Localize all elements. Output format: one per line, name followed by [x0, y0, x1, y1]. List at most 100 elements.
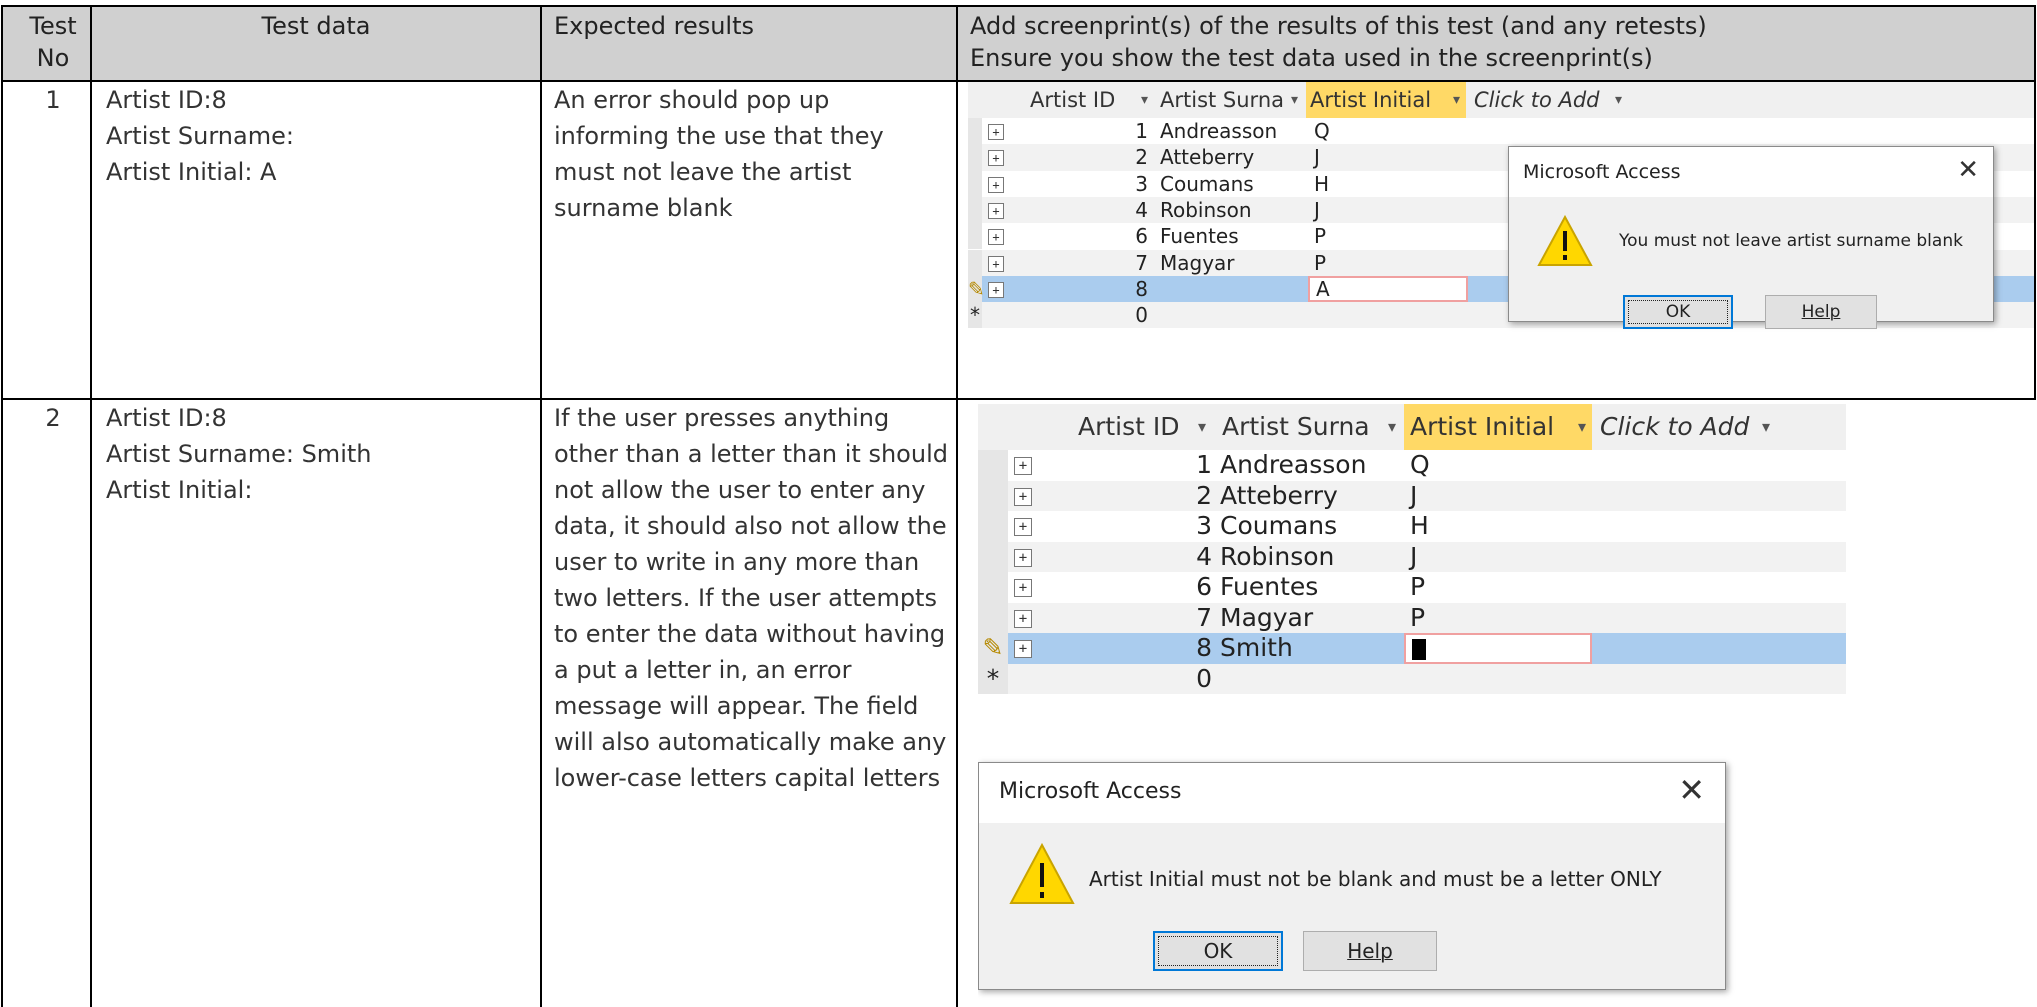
artist-id-cell[interactable]: 1: [1016, 118, 1148, 144]
new-record-icon[interactable]: *: [978, 663, 1008, 694]
expand-icon[interactable]: +: [1014, 487, 1032, 506]
help-button[interactable]: Help: [1303, 931, 1437, 971]
artist-id-cell[interactable]: 4: [1016, 197, 1148, 223]
artist-initial-cell[interactable]: P: [1410, 572, 1425, 603]
artist-id-cell[interactable]: 4: [1048, 542, 1212, 573]
table-row[interactable]: +1 Andreasson Q: [968, 118, 2036, 145]
edit-pencil-icon[interactable]: ✎: [968, 275, 985, 303]
artist-id-cell[interactable]: 3: [1016, 171, 1148, 197]
dropdown-arrow-icon[interactable]: ▾: [1578, 404, 1586, 450]
artist-surname-cell[interactable]: Coumans: [1160, 171, 1254, 197]
ok-button[interactable]: OK: [1153, 931, 1283, 971]
artist-initial-cell[interactable]: J: [1314, 197, 1320, 223]
artist-id-cell[interactable]: 3: [1048, 511, 1212, 542]
table-row[interactable]: +1 Andreasson Q: [978, 450, 1846, 481]
dropdown-arrow-icon[interactable]: ▾: [1615, 82, 1622, 118]
help-button[interactable]: Help: [1765, 295, 1877, 329]
new-record-icon[interactable]: *: [968, 302, 982, 329]
expand-icon[interactable]: +: [988, 255, 1004, 272]
dropdown-arrow-icon[interactable]: ▾: [1198, 404, 1206, 450]
close-icon[interactable]: ✕: [1957, 155, 1979, 185]
record-selector[interactable]: [978, 541, 1008, 572]
table-row[interactable]: +2 Atteberry J: [978, 480, 1846, 512]
artist-id-cell[interactable]: 0: [1016, 302, 1148, 328]
record-selector[interactable]: [978, 602, 1008, 633]
column-header-artist-surname[interactable]: Artist Surna ▾: [1216, 404, 1404, 450]
record-selector[interactable]: [978, 480, 1008, 511]
artist-initial-cell[interactable]: P: [1314, 250, 1326, 276]
expand-icon[interactable]: +: [1014, 640, 1032, 659]
artist-surname-cell[interactable]: Coumans: [1220, 511, 1337, 542]
artist-initial-cell[interactable]: P: [1410, 603, 1425, 634]
column-header-artist-surname[interactable]: Artist Surna ▾: [1156, 82, 1306, 118]
artist-surname-cell[interactable]: Robinson: [1220, 542, 1334, 573]
artist-id-cell[interactable]: 8: [1016, 276, 1148, 302]
artist-surname-cell[interactable]: Atteberry: [1220, 481, 1338, 512]
record-selector[interactable]: [978, 511, 1008, 542]
table-row[interactable]: * 0: [978, 663, 1846, 695]
close-icon[interactable]: ✕: [1678, 771, 1705, 809]
record-selector[interactable]: [968, 144, 982, 171]
record-selector[interactable]: [978, 450, 1008, 481]
expand-icon[interactable]: +: [988, 176, 1004, 193]
artist-surname-cell[interactable]: Magyar: [1160, 250, 1235, 276]
artist-id-cell[interactable]: 6: [1048, 572, 1212, 603]
dropdown-arrow-icon[interactable]: ▾: [1388, 404, 1396, 450]
column-header-artist-initial[interactable]: Artist Initial ▾: [1306, 82, 1466, 118]
record-selector[interactable]: [968, 249, 982, 276]
expand-icon[interactable]: +: [988, 124, 1004, 141]
expand-icon[interactable]: +: [1014, 548, 1032, 567]
expand-icon[interactable]: +: [988, 281, 1004, 298]
column-header-artist-id[interactable]: Artist ID ▾: [1018, 82, 1156, 118]
artist-id-cell[interactable]: 6: [1016, 223, 1148, 249]
artist-initial-cell[interactable]: H: [1314, 171, 1329, 197]
artist-surname-cell[interactable]: Magyar: [1220, 603, 1313, 634]
artist-id-cell[interactable]: 7: [1048, 603, 1212, 634]
artist-id-cell[interactable]: 7: [1016, 250, 1148, 276]
artist-initial-cell[interactable]: Q: [1410, 450, 1430, 481]
artist-initial-cell[interactable]: P: [1314, 223, 1326, 249]
artist-surname-cell[interactable]: Robinson: [1160, 197, 1252, 223]
dropdown-arrow-icon[interactable]: ▾: [1762, 404, 1770, 450]
record-selector[interactable]: [968, 118, 982, 145]
artist-surname-cell[interactable]: Andreasson: [1220, 450, 1366, 481]
artist-initial-cell[interactable]: J: [1314, 144, 1320, 170]
column-header-artist-initial[interactable]: Artist Initial ▾: [1404, 404, 1592, 450]
artist-initial-edit-cell[interactable]: [1404, 633, 1592, 664]
column-header-click-to-add[interactable]: Click to Add ▾: [1466, 82, 1634, 118]
ok-button[interactable]: OK: [1623, 295, 1733, 329]
dropdown-arrow-icon[interactable]: ▾: [1141, 82, 1148, 118]
artist-surname-cell[interactable]: Fuentes: [1160, 223, 1239, 249]
column-header-artist-id[interactable]: Artist ID ▾: [1048, 404, 1216, 450]
record-selector[interactable]: [968, 170, 982, 197]
artist-initial-cell[interactable]: H: [1410, 511, 1429, 542]
record-selector[interactable]: [978, 572, 1008, 603]
table-row[interactable]: +7 Magyar P: [978, 602, 1846, 634]
artist-id-cell[interactable]: 0: [1048, 664, 1212, 695]
record-selector[interactable]: [968, 223, 982, 250]
expand-icon[interactable]: +: [988, 203, 1004, 220]
artist-id-cell[interactable]: 1: [1048, 450, 1212, 481]
artist-initial-edit-cell[interactable]: A: [1308, 275, 1468, 303]
artist-id-cell[interactable]: 2: [1016, 144, 1148, 170]
expand-icon[interactable]: +: [1014, 518, 1032, 537]
artist-surname-cell[interactable]: Fuentes: [1220, 572, 1318, 603]
artist-surname-cell[interactable]: Smith: [1220, 633, 1293, 664]
expand-icon[interactable]: +: [988, 150, 1004, 167]
artist-initial-cell[interactable]: J: [1410, 481, 1417, 512]
table-row[interactable]: +3 Coumans H: [978, 511, 1846, 542]
expand-icon[interactable]: +: [1014, 609, 1032, 628]
table-row[interactable]: +4 Robinson J: [978, 541, 1846, 573]
artist-initial-cell[interactable]: Q: [1314, 118, 1330, 144]
edit-pencil-icon[interactable]: ✎: [978, 633, 1008, 664]
artist-id-cell[interactable]: 8: [1048, 633, 1212, 664]
artist-surname-cell[interactable]: Andreasson: [1160, 118, 1277, 144]
expand-icon[interactable]: +: [1014, 579, 1032, 598]
expand-icon[interactable]: +: [1014, 457, 1032, 476]
expand-icon[interactable]: +: [988, 229, 1004, 246]
dropdown-arrow-icon[interactable]: ▾: [1291, 82, 1298, 118]
table-row[interactable]: ✎ +8 Smith: [978, 633, 1846, 664]
record-selector[interactable]: [968, 196, 982, 224]
artist-id-cell[interactable]: 2: [1048, 481, 1212, 512]
dropdown-arrow-icon[interactable]: ▾: [1453, 82, 1460, 118]
